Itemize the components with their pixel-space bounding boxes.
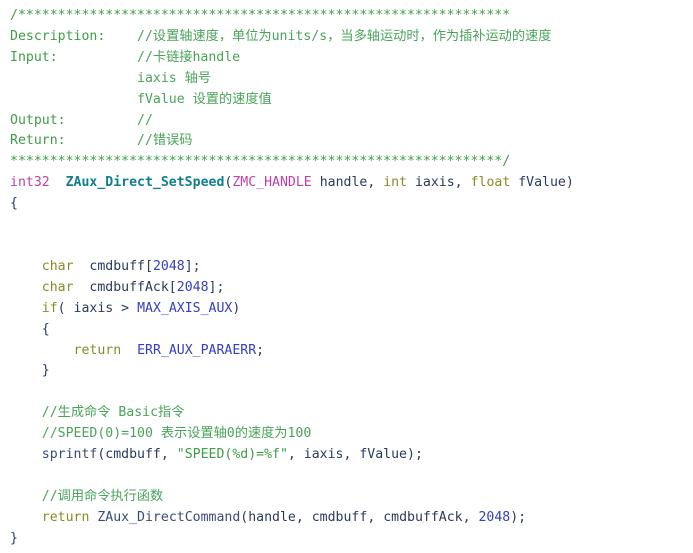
code-token: ZAux_Direct_SetSpeed — [65, 175, 225, 191]
code-token: //设置轴速度，单位为units/s，当多轴运动时，作为插补运动的速度 — [137, 28, 552, 44]
code-token: , iaxis, fValue); — [287, 447, 423, 463]
code-token: ) — [232, 300, 241, 316]
code-line: return ZAux_DirectCommand(handle, cmdbuf… — [10, 508, 693, 529]
code-line: //生成命令 Basic指令 — [10, 403, 693, 424]
code-line: /***************************************… — [10, 6, 693, 27]
code-token: MAX_AXIS_AUX — [137, 300, 233, 316]
code-line: ****************************************… — [10, 152, 693, 173]
code-token: fValue) — [510, 175, 574, 191]
code-token: ERR_AUX_PARAERR — [137, 342, 257, 358]
code-token: cmdbuffAck[ — [73, 279, 177, 295]
code-token: int32 — [10, 175, 50, 191]
code-line: return ERR_AUX_PARAERR; — [10, 341, 693, 362]
code-token: /***************************************… — [10, 8, 511, 23]
code-token: return — [41, 509, 90, 525]
code-token: char — [41, 258, 74, 274]
code-line: char cmdbuff[2048]; — [10, 257, 693, 278]
code-token: "SPEED(%d)=%f" — [176, 447, 288, 463]
code-token: ]; — [208, 279, 225, 295]
code-line: iaxis 轴号 — [10, 69, 693, 90]
code-token: // — [137, 112, 153, 128]
code-line: } — [10, 361, 693, 382]
code-token: //SPEED(0)=100 表示设置轴0的速度为100 — [41, 426, 312, 442]
code-line: Input: //卡链接handle — [10, 48, 693, 69]
code-token: //调用命令执行函数 — [41, 488, 164, 504]
code-token: ZAux_DirectCommand — [97, 509, 241, 525]
code-token: iaxis, — [407, 175, 471, 191]
code-line: Description: //设置轴速度，单位为units/s，当多轴运动时，作… — [10, 27, 693, 48]
code-token: Return: — [10, 133, 138, 149]
code-line: Return: //错误码 — [10, 131, 693, 152]
code-line: { — [10, 320, 693, 341]
code-token: char — [41, 279, 74, 295]
code-token: handle, — [311, 175, 384, 191]
code-token: int — [383, 175, 408, 191]
code-token: //生成命令 Basic指令 — [41, 405, 185, 421]
code-token: return — [73, 342, 122, 358]
code-line: //SPEED(0)=100 表示设置轴0的速度为100 — [10, 424, 693, 445]
code-token: if — [41, 300, 58, 316]
code-token: ( iaxis > — [57, 300, 138, 316]
code-token: } — [10, 530, 18, 546]
code-token: { — [10, 196, 18, 212]
code-line: char cmdbuffAck[2048]; — [10, 278, 693, 299]
code-line — [10, 382, 693, 403]
code-token: sprintf — [41, 447, 98, 463]
code-line: //调用命令执行函数 — [10, 487, 693, 508]
code-line: if( iaxis > MAX_AXIS_AUX) — [10, 299, 693, 320]
code-token: ); — [510, 509, 527, 525]
code-token: 2048 — [152, 258, 185, 274]
code-token: 2048 — [478, 509, 511, 525]
code-token: } — [10, 363, 50, 379]
code-line — [10, 236, 693, 257]
code-token: ]; — [184, 258, 201, 274]
code-token: float — [470, 175, 511, 191]
code-token: //卡链接handle — [137, 49, 241, 65]
code-token: 2048 — [176, 279, 209, 295]
code-token: fValue 设置的速度值 — [10, 91, 272, 107]
code-token: (handle, cmdbuff, cmdbuffAck, — [240, 509, 479, 525]
code-line — [10, 466, 693, 487]
code-token: ****************************************… — [10, 154, 511, 170]
code-line: Output: // — [10, 111, 693, 132]
code-token: (cmdbuff, — [97, 447, 177, 463]
code-token: ZMC_HANDLE — [232, 175, 312, 191]
code-token: { — [10, 321, 50, 337]
code-token: Input: — [10, 49, 138, 65]
code-token: ; — [256, 342, 265, 358]
code-line: int32 ZAux_Direct_SetSpeed(ZMC_HANDLE ha… — [10, 173, 693, 194]
code-listing[interactable]: /***************************************… — [0, 0, 693, 550]
code-line: { — [10, 194, 693, 215]
code-line: fValue 设置的速度值 — [10, 90, 693, 111]
code-line: sprintf(cmdbuff, "SPEED(%d)=%f", iaxis, … — [10, 445, 693, 466]
code-token: //错误码 — [137, 133, 193, 149]
code-token: cmdbuff[ — [73, 258, 153, 274]
code-line — [10, 215, 693, 236]
code-token: Output: — [10, 112, 138, 128]
code-token: iaxis 轴号 — [10, 70, 212, 86]
code-token: Description: — [10, 28, 138, 44]
code-line: } — [10, 529, 693, 550]
